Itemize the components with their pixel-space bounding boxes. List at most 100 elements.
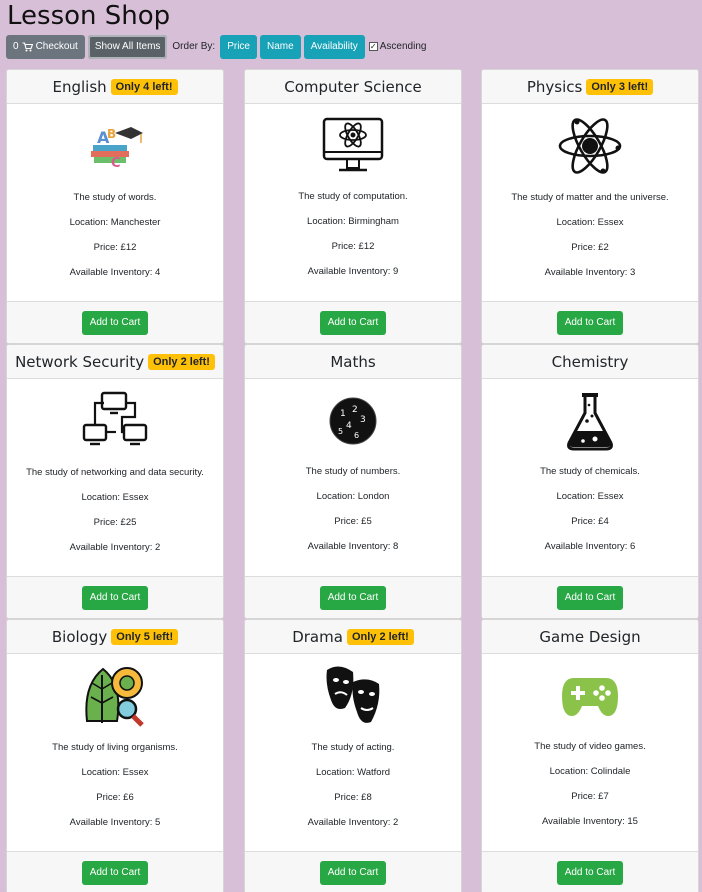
- card-footer: Add to Cart: [245, 851, 461, 892]
- card-header: Game Design: [482, 620, 698, 654]
- card-description: The study of words.: [73, 192, 157, 203]
- card-title: Chemistry: [551, 352, 629, 371]
- card-price: Price: £8: [334, 792, 372, 803]
- card-header: Computer Science: [245, 70, 461, 104]
- alphabet-books-icon: A B C: [7, 116, 223, 176]
- stock-badge: Only 3 left!: [586, 78, 654, 95]
- flask-icon: [482, 391, 698, 451]
- card-footer: Add to Cart: [7, 301, 223, 343]
- order-by-label: Order By:: [172, 41, 216, 52]
- stock-badge: Only 2 left!: [346, 628, 414, 645]
- card-title: Maths: [330, 352, 376, 371]
- add-to-cart-button[interactable]: Add to Cart: [556, 860, 624, 885]
- sort-name-button[interactable]: Name: [260, 34, 301, 59]
- card-title: Biology: [51, 627, 108, 646]
- card-header: Network Security Only 2 left!: [7, 345, 223, 379]
- card-description: The study of networking and data securit…: [26, 467, 204, 478]
- sort-price-button[interactable]: Price: [220, 34, 257, 59]
- product-card-chemistry: Chemistry The study of chemicals. Locati…: [481, 344, 699, 619]
- gamepad-icon: [482, 666, 698, 726]
- product-card-maths: Maths 1 2 3 4 5 6 The study of numbers. …: [244, 344, 462, 619]
- product-card-biology: Biology Only 5 left! The study of living…: [6, 619, 224, 892]
- card-body: The study of chemicals. Location: Essex …: [482, 379, 698, 576]
- svg-text:2: 2: [352, 405, 358, 415]
- numbers-circle-icon: 1 2 3 4 5 6: [245, 391, 461, 451]
- card-body: The study of video games. Location: Coli…: [482, 654, 698, 851]
- card-body: The study of computation. Location: Birm…: [245, 104, 461, 301]
- card-inventory: Available Inventory: 5: [69, 817, 161, 828]
- theatre-masks-icon: [245, 666, 461, 726]
- card-location: Location: Watford: [315, 767, 391, 778]
- card-description: The study of chemicals.: [540, 466, 640, 477]
- add-to-cart-button[interactable]: Add to Cart: [81, 585, 149, 610]
- card-body: The study of acting. Location: Watford P…: [245, 654, 461, 851]
- card-title: Network Security: [15, 352, 145, 371]
- card-body: A B C The study of words. Location: Manc…: [7, 104, 223, 301]
- add-to-cart-button[interactable]: Add to Cart: [556, 310, 624, 335]
- card-header: Maths: [245, 345, 461, 379]
- card-location: Location: Essex: [81, 492, 149, 503]
- svg-text:3: 3: [360, 415, 366, 425]
- cart-icon: [22, 41, 33, 51]
- sort-availability-button[interactable]: Availability: [303, 34, 365, 59]
- svg-text:5: 5: [338, 427, 343, 436]
- show-all-button[interactable]: Show All Items: [87, 34, 168, 59]
- card-location: Location: Essex: [81, 767, 149, 778]
- card-inventory: Available Inventory: 2: [307, 817, 399, 828]
- card-price: Price: £12: [93, 242, 137, 253]
- card-location: Location: Manchester: [69, 217, 161, 228]
- card-title: Game Design: [539, 627, 641, 646]
- product-card-game-design: Game Design The study of video games. Lo…: [481, 619, 699, 892]
- card-header: Drama Only 2 left!: [245, 620, 461, 654]
- leaf-microscope-icon: [7, 666, 223, 727]
- card-title: Drama: [292, 627, 343, 646]
- card-location: Location: Essex: [556, 491, 624, 502]
- stock-badge: Only 5 left!: [111, 628, 179, 645]
- card-body: The study of networking and data securit…: [7, 379, 223, 576]
- card-inventory: Available Inventory: 6: [544, 541, 636, 552]
- svg-text:4: 4: [346, 421, 352, 431]
- card-header: Biology Only 5 left!: [7, 620, 223, 654]
- product-card-physics: Physics Only 3 left! The study of matter…: [481, 69, 699, 344]
- card-price: Price: £25: [93, 517, 137, 528]
- add-to-cart-button[interactable]: Add to Cart: [319, 860, 387, 885]
- toolbar: 0 Checkout Show All Items Order By: Pric…: [6, 34, 426, 59]
- add-to-cart-button[interactable]: Add to Cart: [319, 310, 387, 335]
- card-header: Chemistry: [482, 345, 698, 379]
- card-description: The study of living organisms.: [52, 742, 178, 753]
- card-description: The study of matter and the universe.: [511, 192, 669, 203]
- add-to-cart-button[interactable]: Add to Cart: [319, 585, 387, 610]
- card-description: The study of acting.: [311, 742, 395, 753]
- stock-badge: Only 2 left!: [148, 353, 215, 370]
- card-location: Location: Essex: [556, 217, 624, 228]
- card-price: Price: £6: [96, 792, 134, 803]
- svg-text:B: B: [107, 127, 116, 141]
- ascending-checkbox[interactable]: ✓: [368, 42, 378, 51]
- add-to-cart-button[interactable]: Add to Cart: [81, 310, 149, 335]
- svg-text:6: 6: [354, 431, 359, 440]
- card-description: The study of video games.: [534, 741, 646, 752]
- card-inventory: Available Inventory: 9: [307, 266, 399, 277]
- card-header: Physics Only 3 left!: [482, 70, 698, 104]
- ascending-label: Ascending: [379, 41, 427, 52]
- card-price: Price: £12: [331, 241, 375, 252]
- checkout-button[interactable]: 0 Checkout: [6, 34, 85, 59]
- product-card-computer-science: Computer Science The study of computatio…: [244, 69, 462, 344]
- card-price: Price: £7: [571, 791, 609, 802]
- ascending-toggle[interactable]: ✓ Ascending: [368, 41, 427, 52]
- card-footer: Add to Cart: [482, 576, 698, 618]
- card-price: Price: £2: [571, 242, 609, 253]
- card-inventory: Available Inventory: 3: [544, 267, 636, 278]
- card-footer: Add to Cart: [7, 576, 223, 618]
- card-title: Computer Science: [284, 77, 422, 96]
- add-to-cart-button[interactable]: Add to Cart: [556, 585, 624, 610]
- monitor-atom-icon: [245, 116, 461, 176]
- stock-badge: Only 4 left!: [110, 78, 178, 95]
- svg-text:1: 1: [340, 409, 346, 419]
- card-location: Location: Colindale: [549, 766, 631, 777]
- card-inventory: Available Inventory: 2: [69, 542, 161, 553]
- add-to-cart-button[interactable]: Add to Cart: [81, 860, 149, 885]
- card-title: English: [52, 77, 107, 96]
- card-header: English Only 4 left!: [7, 70, 223, 104]
- card-body: The study of matter and the universe. Lo…: [482, 104, 698, 301]
